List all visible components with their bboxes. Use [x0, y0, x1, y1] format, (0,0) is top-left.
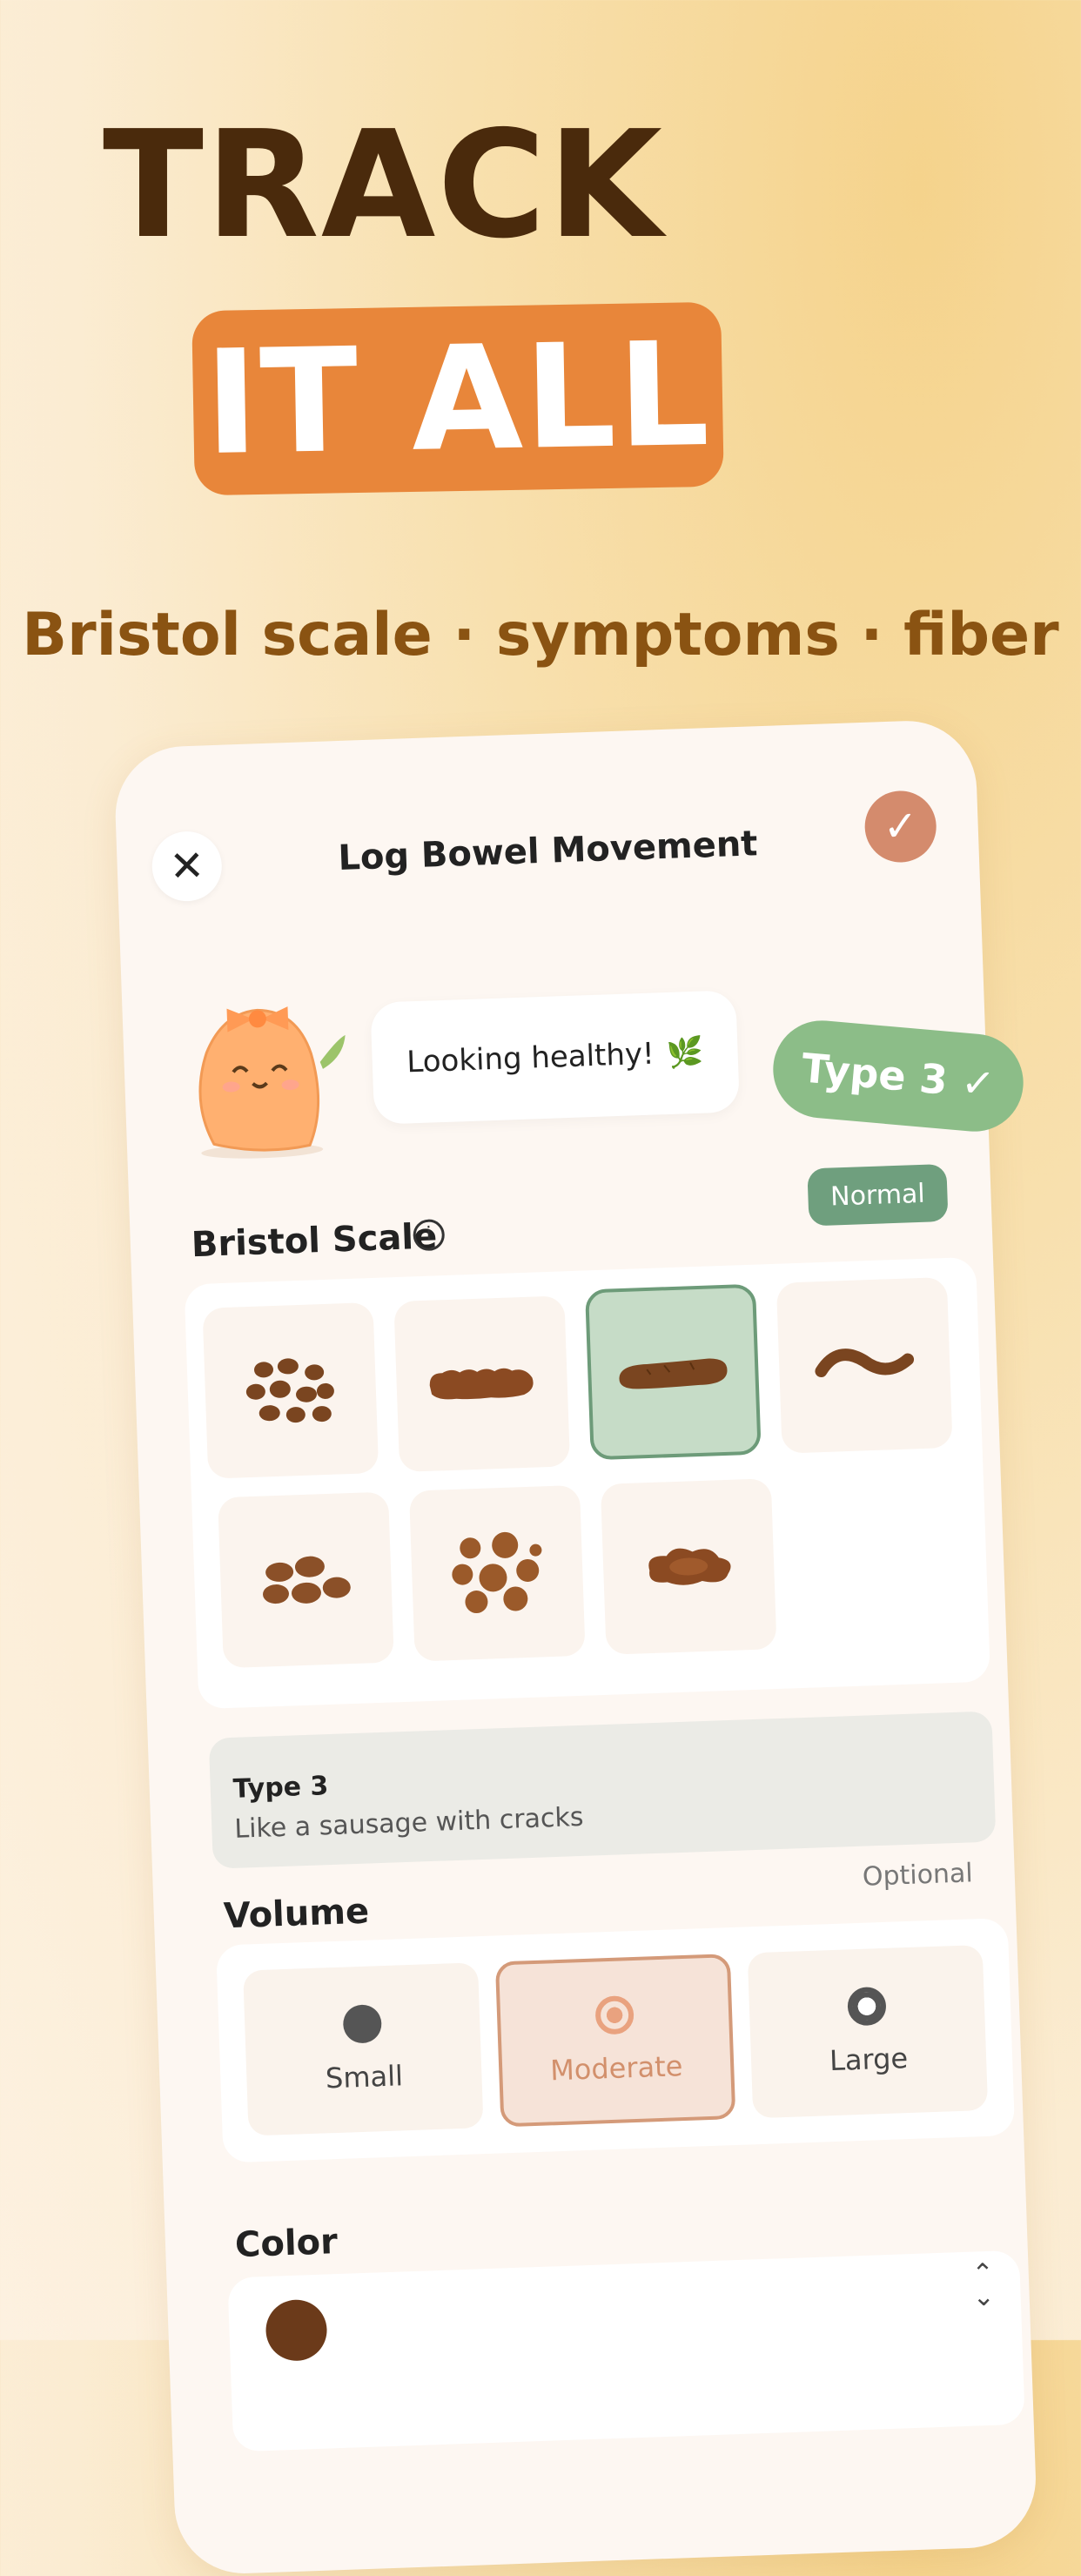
leaf-icon: 🌿 — [665, 1034, 704, 1072]
type-2-icon — [429, 1368, 534, 1400]
bristol-description: Type 3 Like a sausage with cracks — [208, 1711, 997, 1869]
type-5-icon — [263, 1556, 351, 1604]
volume-label: Volume — [223, 1891, 370, 1937]
volume-option-moderate[interactable]: Moderate — [494, 1954, 736, 2128]
description-title: Type 3 — [232, 1771, 329, 1805]
moderate-dot-icon — [594, 1995, 634, 2035]
info-icon[interactable]: i — [413, 1219, 446, 1252]
bristol-type-2[interactable] — [393, 1295, 571, 1473]
hero-highlight-text: IT ALL — [203, 310, 713, 487]
volume-option-label: Small — [325, 2059, 404, 2095]
type-3-icon — [619, 1358, 728, 1389]
hero-subtitle: Bristol scale · symptoms · fiber — [22, 601, 1059, 669]
check-icon: ✓ — [882, 801, 919, 852]
color-picker[interactable]: ⌃ ⌄ — [227, 2250, 1025, 2452]
color-label: Color — [234, 2222, 339, 2266]
type-7-icon — [648, 1548, 731, 1585]
card-title: Log Bowel Movement — [337, 824, 759, 879]
bristol-type-6[interactable] — [408, 1484, 586, 1662]
log-card: ✕ Log Bowel Movement ✓ Looking healthy! … — [113, 718, 1038, 2576]
hero-highlight-pill: IT ALL — [191, 301, 724, 496]
volume-option-large[interactable]: Large — [747, 1944, 989, 2119]
normal-badge: Normal — [807, 1163, 949, 1227]
hero-headline: TRACK — [103, 99, 664, 272]
bristol-type-1[interactable] — [202, 1301, 379, 1479]
bristol-type-5[interactable] — [218, 1491, 394, 1669]
chevron-updown-icon: ⌃ ⌄ — [970, 2257, 996, 2313]
small-dot-icon — [342, 2004, 383, 2044]
mascot-message: Looking healthy! — [406, 1036, 655, 1080]
type-4-icon — [815, 1349, 915, 1378]
color-swatch — [265, 2298, 328, 2362]
volume-option-small[interactable]: Small — [243, 1962, 484, 2136]
volume-option-label: Moderate — [549, 2049, 683, 2088]
mascot-image — [198, 1006, 346, 1159]
description-text: Like a sausage with cracks — [233, 1801, 585, 1845]
volume-options: Small Moderate Large — [216, 1917, 1016, 2163]
type-1-icon — [245, 1358, 334, 1423]
bristol-type-7[interactable] — [600, 1478, 777, 1655]
bristol-scale-label: Bristol Scale — [191, 1216, 438, 1266]
volume-option-label: Large — [829, 2041, 909, 2078]
type-6-icon — [452, 1531, 542, 1614]
large-dot-icon — [847, 1986, 887, 2027]
bristol-type-3[interactable] — [585, 1283, 762, 1461]
mascot-speech-bubble: Looking healthy! 🌿 — [370, 990, 740, 1125]
bristol-type-4[interactable] — [776, 1276, 953, 1454]
optional-label: Optional — [862, 1858, 974, 1893]
bristol-grid — [184, 1256, 991, 1710]
